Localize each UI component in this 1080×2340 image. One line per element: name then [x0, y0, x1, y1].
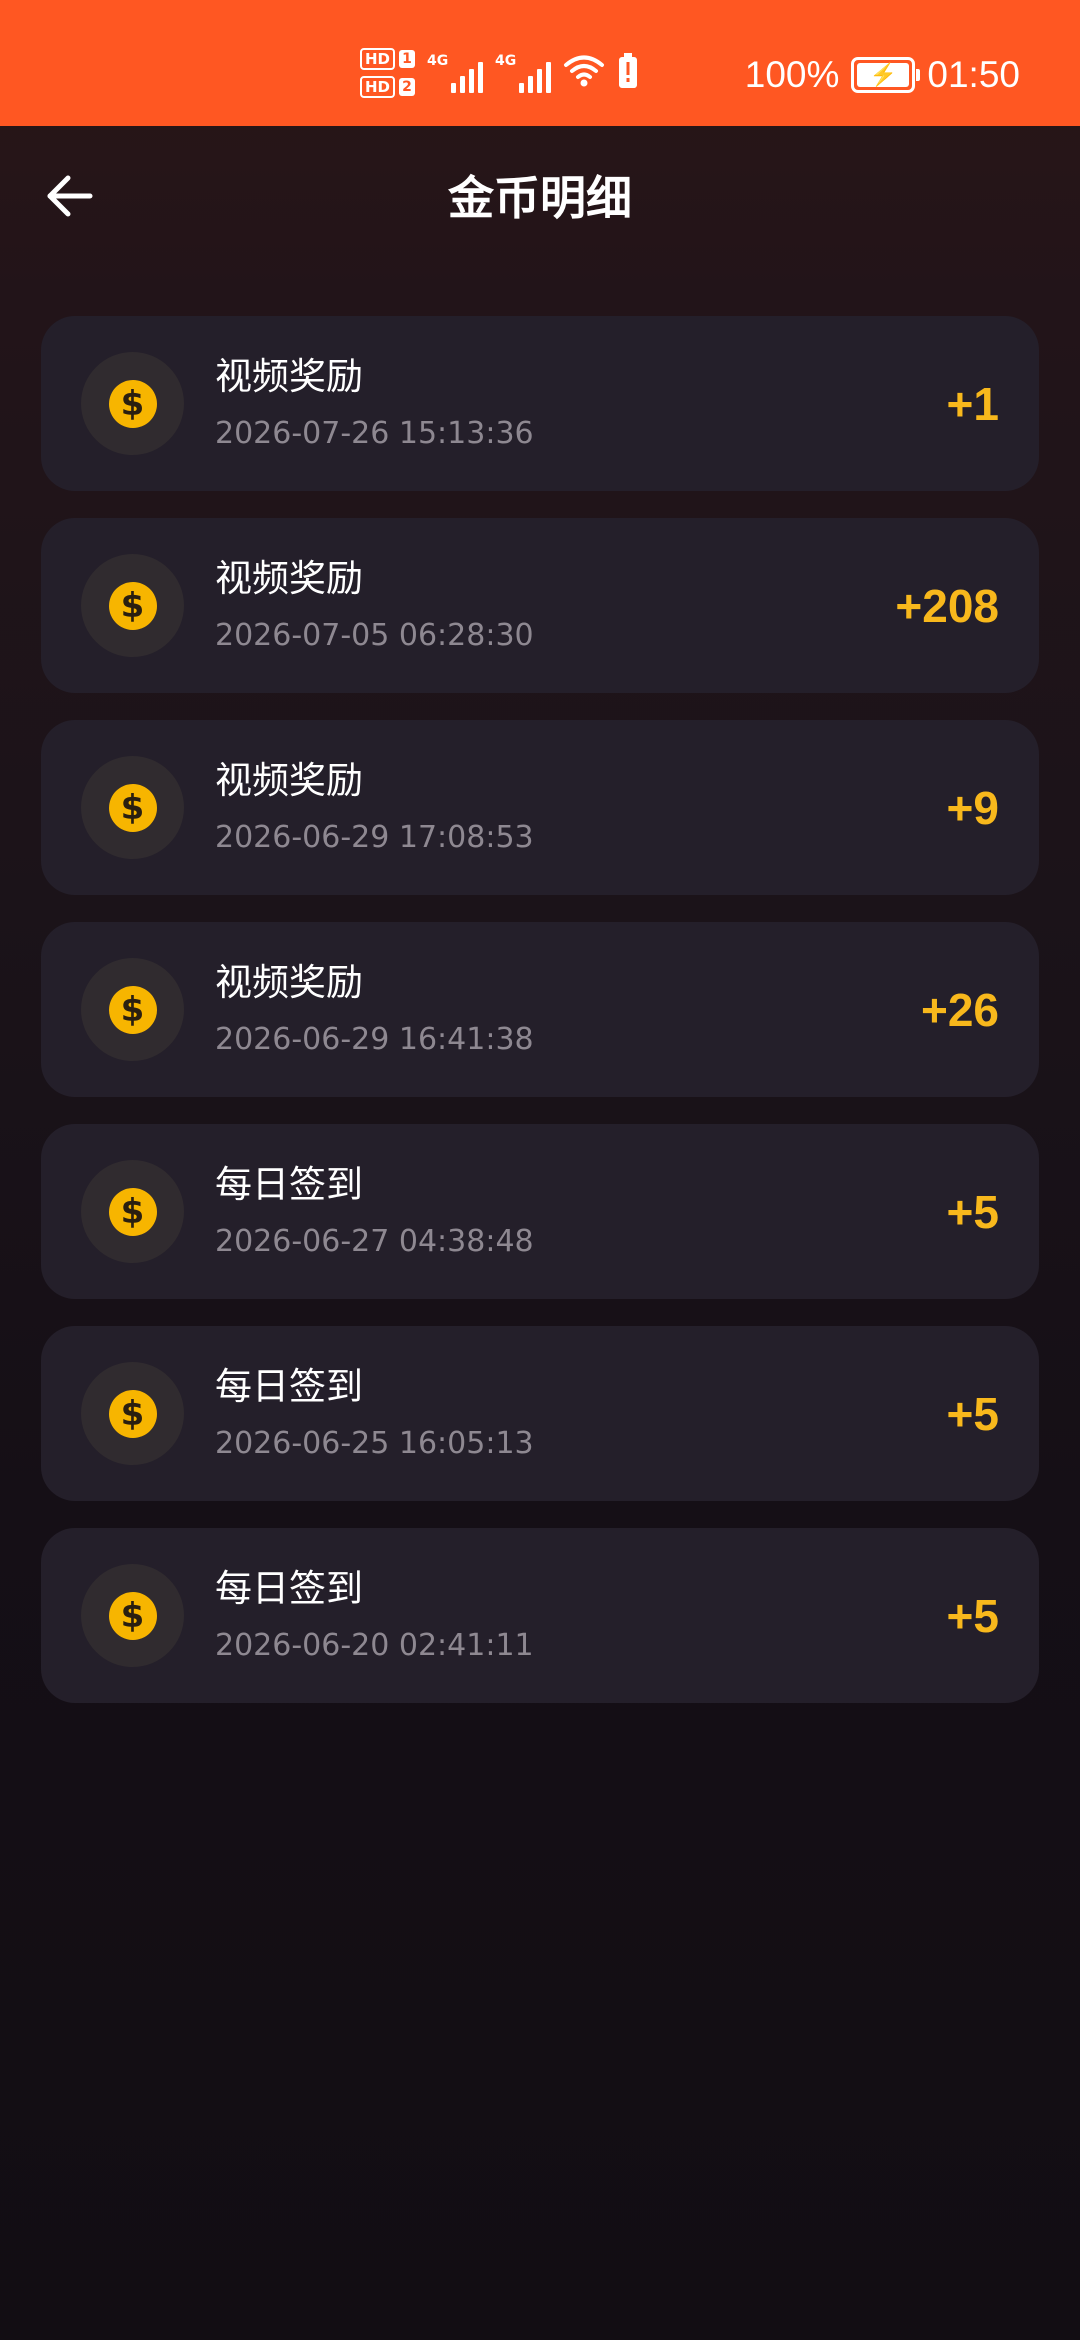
- coin-icon-container: $: [81, 1160, 184, 1263]
- hd-indicators: HD 1 HD 2: [360, 48, 416, 98]
- battery-charging-icon: ⚡: [851, 57, 921, 93]
- page-title: 金币明细: [448, 171, 632, 225]
- record-time: 2026-06-29 17:08:53: [215, 820, 534, 855]
- list-item[interactable]: $ 每日签到 2026-06-25 16:05:13 +5: [41, 1326, 1039, 1501]
- hd-icon: HD: [360, 48, 396, 70]
- record-time: 2026-06-25 16:05:13: [215, 1426, 534, 1461]
- coin-icon: $: [108, 379, 157, 428]
- network-type-label: 4G: [427, 53, 449, 69]
- hd-indicator-1: HD 1: [360, 48, 416, 70]
- signal-icon: 4G: [495, 53, 552, 93]
- list-item[interactable]: $ 视频奖励 2026-06-29 17:08:53 +9: [41, 720, 1039, 895]
- record-title: 每日签到: [215, 1163, 363, 1206]
- sim-2-label: 2: [399, 78, 416, 96]
- sim-1-label: 1: [399, 50, 416, 68]
- status-icons: HD 1 HD 2 4G 4G: [360, 48, 639, 98]
- record-amount: +5: [946, 1590, 999, 1642]
- record-amount: +208: [895, 580, 999, 632]
- record-amount: +9: [946, 782, 999, 834]
- network-type-label: 4G: [495, 53, 517, 69]
- coin-icon: $: [108, 783, 157, 832]
- record-time: 2026-07-05 06:28:30: [215, 618, 534, 653]
- battery-percent: 100%: [744, 54, 840, 95]
- coin-icon-container: $: [81, 756, 184, 859]
- record-title: 每日签到: [215, 1567, 363, 1610]
- coin-icon-container: $: [81, 1564, 184, 1667]
- record-title: 视频奖励: [215, 355, 363, 398]
- coin-icon: $: [108, 985, 157, 1034]
- coin-icon: $: [108, 581, 157, 630]
- signal-icon: 4G: [427, 53, 484, 93]
- wifi-icon: [563, 54, 605, 92]
- coin-icon: $: [108, 1591, 157, 1640]
- record-title: 视频奖励: [215, 557, 363, 600]
- list-item[interactable]: $ 视频奖励 2026-07-05 06:28:30 +208: [41, 518, 1039, 693]
- coin-icon-container: $: [81, 554, 184, 657]
- status-right: 100% ⚡ 01:50: [745, 54, 1020, 96]
- status-bar: HD 1 HD 2 4G 4G 100% ⚡ 01:50: [0, 0, 1080, 126]
- list-item[interactable]: $ 视频奖励 2026-06-29 16:41:38 +26: [41, 922, 1039, 1097]
- list-item[interactable]: $ 每日签到 2026-06-27 04:38:48 +5: [41, 1124, 1039, 1299]
- battery-alert-icon: [617, 53, 639, 93]
- coin-icon: $: [108, 1187, 157, 1236]
- coin-icon: $: [108, 1389, 157, 1438]
- record-time: 2026-07-26 15:13:36: [215, 416, 534, 451]
- record-title: 视频奖励: [215, 759, 363, 802]
- record-amount: +1: [946, 378, 999, 430]
- record-amount: +5: [946, 1388, 999, 1440]
- hd-indicator-2: HD 2: [360, 76, 416, 98]
- record-amount: +26: [920, 984, 999, 1036]
- record-title: 每日签到: [215, 1365, 363, 1408]
- top-bar: 金币明细: [0, 126, 1080, 270]
- coin-icon-container: $: [81, 958, 184, 1061]
- record-time: 2026-06-29 16:41:38: [215, 1022, 534, 1057]
- record-amount: +5: [946, 1186, 999, 1238]
- coin-icon-container: $: [81, 1362, 184, 1465]
- record-title: 视频奖励: [215, 961, 363, 1004]
- clock: 01:50: [927, 54, 1020, 95]
- record-time: 2026-06-20 02:41:11: [215, 1628, 534, 1663]
- list-item[interactable]: $ 视频奖励 2026-07-26 15:13:36 +1: [41, 316, 1039, 491]
- coin-records-list: $ 视频奖励 2026-07-26 15:13:36 +1 $ 视频奖励 202…: [41, 316, 1039, 1730]
- coin-icon-container: $: [81, 352, 184, 455]
- hd-icon: HD: [360, 76, 396, 98]
- record-time: 2026-06-27 04:38:48: [215, 1224, 534, 1259]
- list-item[interactable]: $ 每日签到 2026-06-20 02:41:11 +5: [41, 1528, 1039, 1703]
